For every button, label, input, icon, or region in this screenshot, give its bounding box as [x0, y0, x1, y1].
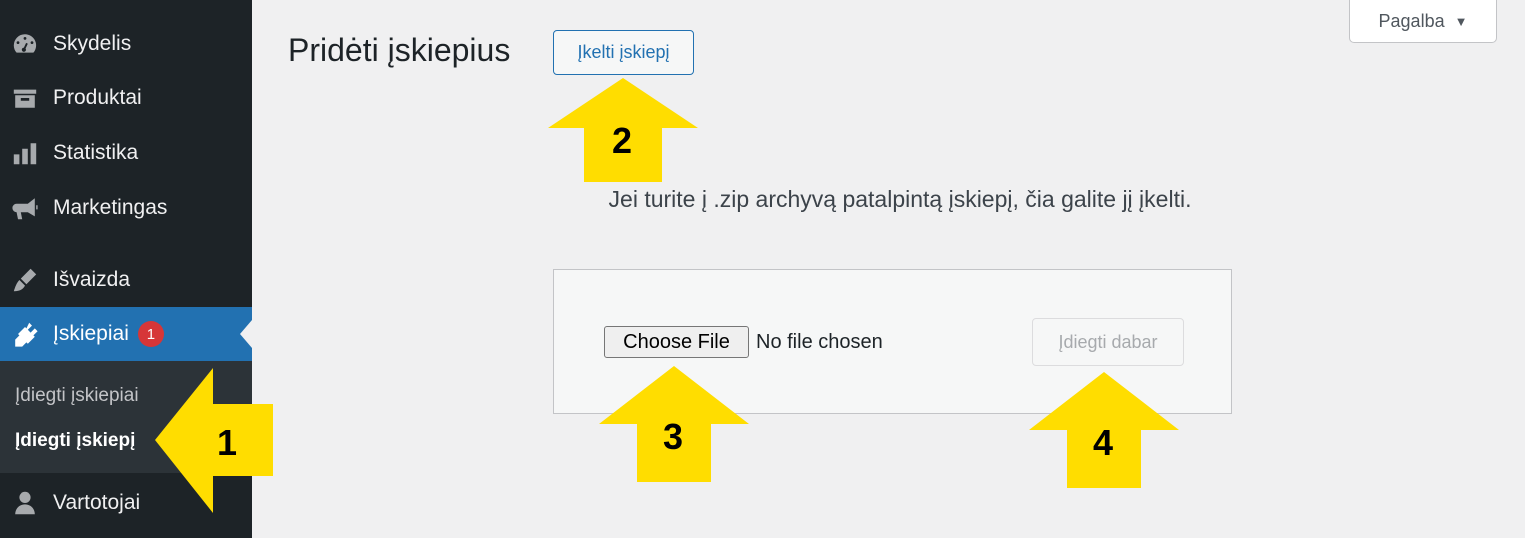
user-icon — [10, 488, 40, 518]
annotation-arrow-2: 2 — [548, 78, 698, 182]
chart-bar-icon — [10, 138, 40, 168]
archive-icon — [10, 83, 40, 113]
caret-down-icon: ▼ — [1454, 13, 1468, 29]
annotation-arrow-1: 1 — [155, 368, 275, 513]
sidebar-item-products[interactable]: Produktai — [0, 71, 252, 125]
annotation-number-1: 1 — [217, 422, 238, 463]
dashboard-icon — [10, 29, 40, 59]
sidebar-item-statistics[interactable]: Statistika — [0, 126, 252, 180]
upload-help-text: Jei turite į .zip archyvą patalpintą įsk… — [608, 186, 1192, 212]
help-tab-button[interactable]: Pagalba ▼ — [1349, 0, 1497, 43]
page-title: Pridėti įskiepius — [288, 32, 511, 68]
paintbrush-icon — [10, 265, 40, 295]
sidebar-item-dashboard[interactable]: Skydelis — [0, 17, 252, 71]
annotation-arrow-3: 3 — [599, 366, 749, 482]
help-label: Pagalba — [1378, 10, 1445, 31]
upload-help-text-row: Jei turite į .zip archyvą patalpintą įsk… — [0, 186, 1525, 213]
plugin-icon — [10, 319, 40, 349]
upload-plugin-button[interactable]: Įkelti įskiepį — [553, 30, 694, 75]
sidebar-item-label: Statistika — [53, 141, 139, 164]
sidebar-item-label: Išvaizda — [53, 268, 131, 291]
annotation-number-4: 4 — [1093, 422, 1114, 463]
sidebar-item-label: Produktai — [53, 86, 142, 109]
file-status-text: No file chosen — [756, 331, 883, 353]
annotation-number-2: 2 — [612, 120, 633, 161]
annotation-arrow-4: 4 — [1029, 372, 1179, 488]
sidebar-item-label: Skydelis — [53, 32, 132, 55]
sidebar-item-label: Vartotojai — [53, 491, 141, 514]
update-count-badge: 1 — [137, 321, 164, 347]
sidebar-item-label: Įskiepiai — [53, 322, 129, 345]
annotation-number-3: 3 — [663, 416, 684, 457]
submenu-installed-plugins[interactable]: Įdiegti įskiepiai — [15, 385, 139, 407]
choose-file-button[interactable]: Choose File — [604, 326, 749, 358]
sidebar-item-appearance[interactable]: Išvaizda — [0, 253, 252, 307]
sidebar-item-plugins[interactable]: Įskiepiai 1 — [0, 307, 252, 361]
install-now-button[interactable]: Įdiegti dabar — [1032, 318, 1184, 366]
active-indicator — [240, 320, 252, 348]
submenu-add-plugin[interactable]: Įdiegti įskiepį — [15, 430, 135, 452]
